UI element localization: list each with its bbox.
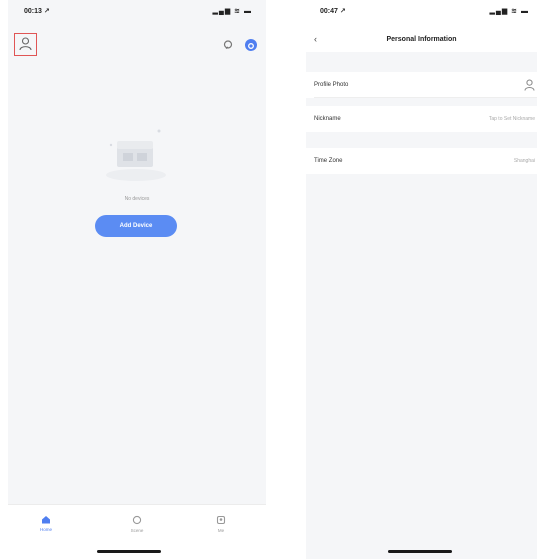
personal-info-screen: 00:47 ↗ ▂▄▆ ≋ ▬ ‹ Personal Information P… <box>306 0 537 559</box>
tab-home[interactable]: Home <box>26 515 66 532</box>
nickname-label: Nickname <box>314 116 341 122</box>
tab-me-label: Me <box>217 528 225 533</box>
home-indicator <box>97 550 161 553</box>
home-icon <box>42 516 50 524</box>
me-icon <box>216 515 226 525</box>
page-title: Personal Information <box>386 36 457 43</box>
scene-icon <box>132 515 142 525</box>
time-zone-value: Shanghai <box>513 158 535 164</box>
status-indicators: ▂▄▆ ≋ ▬ <box>212 8 252 15</box>
avatar-icon <box>524 79 535 91</box>
message-icon[interactable] <box>223 40 233 50</box>
row-divider <box>314 97 537 98</box>
home-screen: 00:13 ↗ ▂▄▆ ≋ ▬ No devices Add Device Ho… <box>8 0 266 559</box>
home-indicator <box>388 550 452 553</box>
tab-scene[interactable]: Scene <box>117 515 157 533</box>
tab-scene-label: Scene <box>130 528 144 533</box>
time-zone-row[interactable]: Time Zone Shanghai <box>306 148 537 174</box>
nickname-value: Tap to Set Nickname <box>488 116 535 122</box>
status-time: 00:13 ↗ <box>24 8 50 15</box>
tab-home-label: Home <box>39 527 52 532</box>
status-indicators: ▂▄▆ ≋ ▬ <box>489 8 529 15</box>
time-zone-label: Time Zone <box>314 158 343 164</box>
nickname-row[interactable]: Nickname Tap to Set Nickname <box>306 106 537 132</box>
profile-photo-label: Profile Photo <box>314 82 349 88</box>
tab-me[interactable]: Me <box>201 515 241 533</box>
user-icon <box>19 37 32 51</box>
empty-state-text: No devices <box>124 196 150 202</box>
tab-bar: Home Scene Me <box>8 504 266 559</box>
add-circle-icon[interactable] <box>245 39 257 51</box>
profile-button[interactable] <box>14 33 37 56</box>
profile-photo-row[interactable]: Profile Photo <box>306 72 537 98</box>
empty-devices-illustration <box>106 129 166 181</box>
nav-bar: ‹ Personal Information <box>306 28 537 52</box>
status-time: 00:47 ↗ <box>320 8 346 15</box>
status-bar: 00:47 ↗ ▂▄▆ ≋ ▬ <box>306 0 537 24</box>
status-bar: 00:13 ↗ ▂▄▆ ≋ ▬ <box>8 0 266 24</box>
add-device-button[interactable]: Add Device <box>95 215 177 237</box>
